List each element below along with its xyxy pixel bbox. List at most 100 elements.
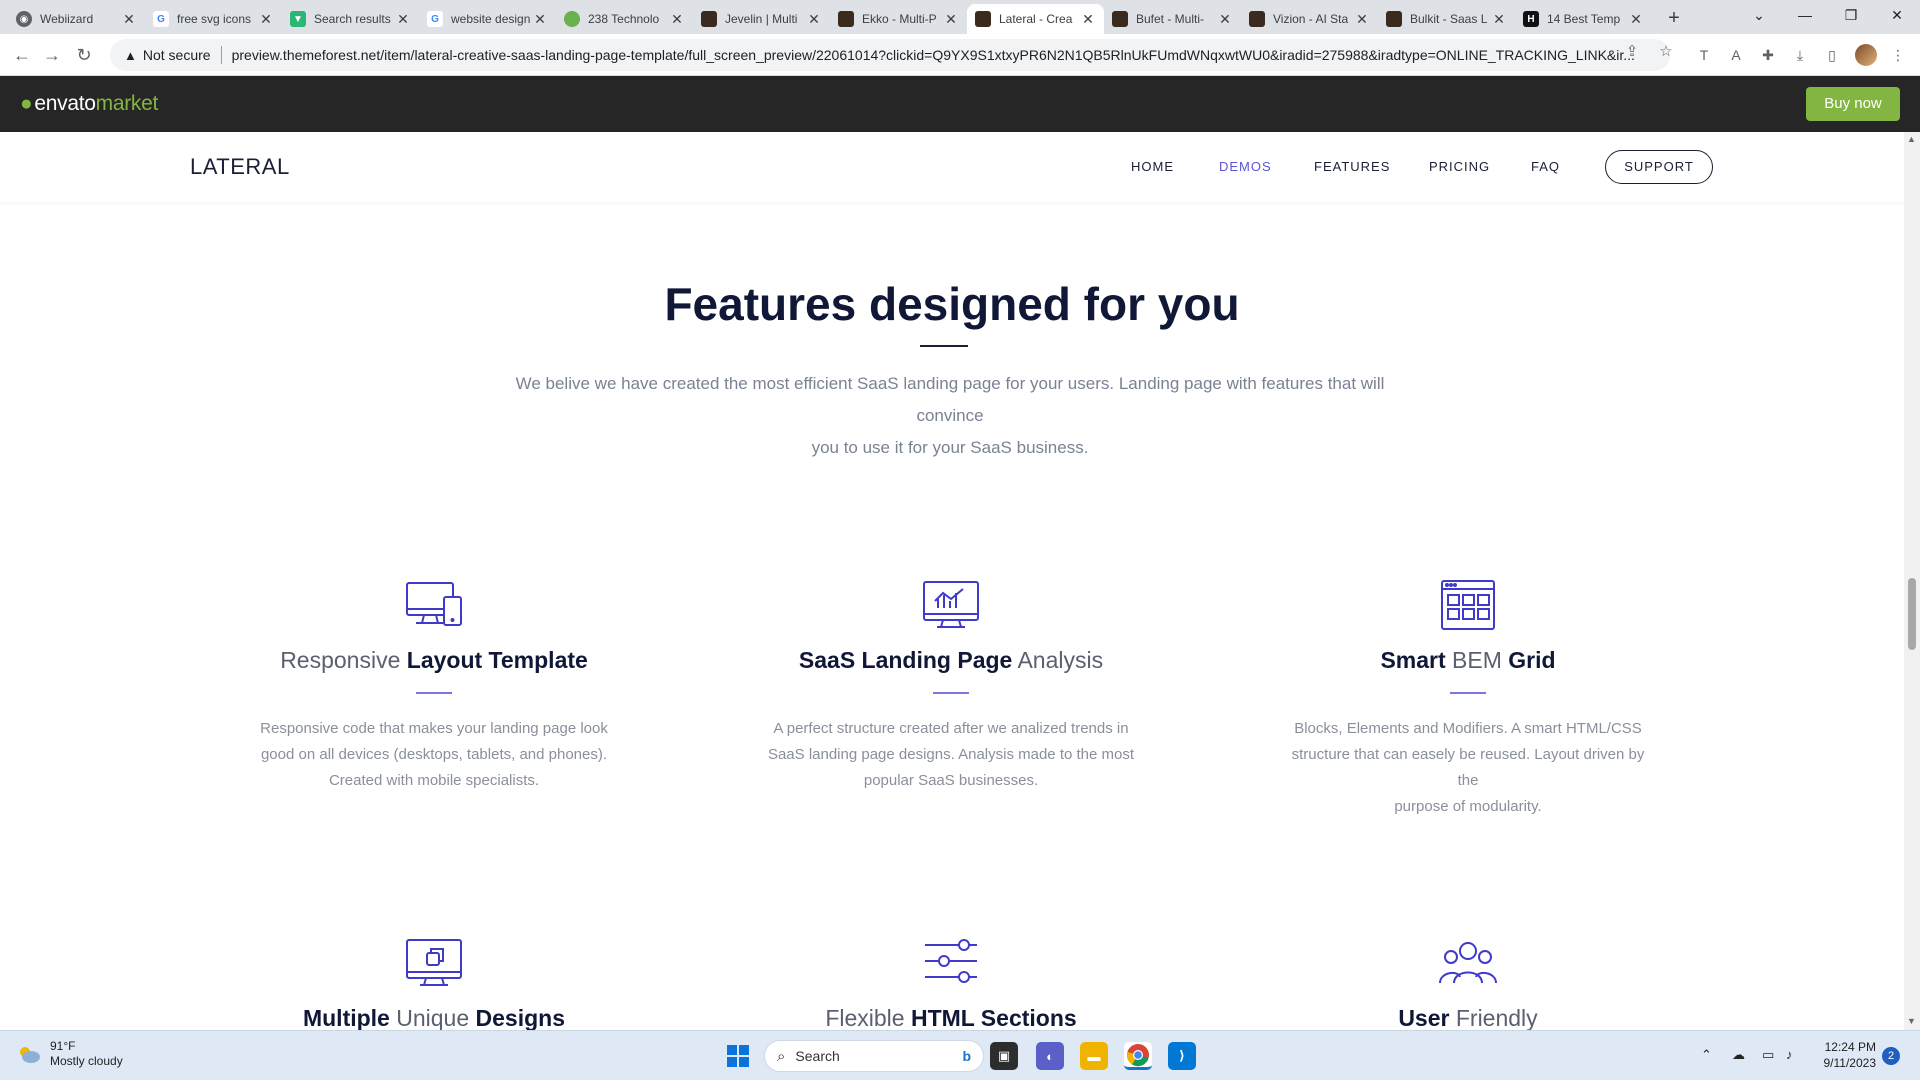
extensions-puzzle-icon[interactable]: ✚ xyxy=(1758,45,1778,65)
notification-badge[interactable]: 2 xyxy=(1882,1047,1900,1065)
forward-button[interactable]: → xyxy=(40,43,64,67)
close-tab-icon[interactable]: ✕ xyxy=(1628,11,1644,28)
browser-tab-active[interactable]: Lateral - Crea ✕ xyxy=(967,4,1104,34)
address-bar[interactable]: ▲ Not secure preview.themeforest.net/ite… xyxy=(110,39,1670,71)
close-window-button[interactable]: ✕ xyxy=(1874,0,1920,34)
extension-t-icon[interactable]: T xyxy=(1694,45,1714,65)
browser-tab[interactable]: Gfree svg icons ✕ xyxy=(145,4,282,34)
themeforest-icon xyxy=(975,11,991,27)
feature-description: Responsive code that makes your landing … xyxy=(260,719,608,789)
teams-chat-icon[interactable]: ◐ xyxy=(1036,1042,1064,1070)
close-tab-icon[interactable]: ✕ xyxy=(1491,11,1507,28)
share-icon[interactable]: ⇪ xyxy=(1622,42,1642,62)
feature-title: Responsive Layout Template xyxy=(280,647,588,673)
cloud-icon xyxy=(20,1047,40,1063)
close-tab-icon[interactable]: ✕ xyxy=(121,11,137,28)
back-button[interactable]: ← xyxy=(10,43,34,67)
buy-now-button[interactable]: Buy now xyxy=(1806,87,1900,121)
clock-time: 12:24 PM xyxy=(1824,1040,1876,1054)
taskbar-search-box[interactable]: ⌕ Search b xyxy=(764,1040,984,1072)
copies-monitor-icon xyxy=(406,939,462,986)
bookmark-star-icon[interactable]: ☆ xyxy=(1656,42,1676,62)
envato-leaf-icon: ● xyxy=(20,92,33,115)
google-icon: G xyxy=(153,11,169,27)
side-panel-icon[interactable]: ▯ xyxy=(1822,45,1842,65)
close-tab-icon[interactable]: ✕ xyxy=(806,11,822,28)
browser-toolbar: ← → ↻ ▲ Not secure preview.themeforest.n… xyxy=(0,34,1920,76)
browser-tab[interactable]: Bufet - Multi- ✕ xyxy=(1104,4,1241,34)
scrollbar-thumb[interactable] xyxy=(1908,578,1916,650)
browser-tab[interactable]: Jevelin | Multi ✕ xyxy=(693,4,830,34)
page-scrollbar[interactable]: ▲ ▼ xyxy=(1904,132,1920,1030)
chart-monitor-icon xyxy=(923,581,979,628)
task-view-icon[interactable]: ▣ xyxy=(990,1042,1018,1070)
close-tab-icon[interactable]: ✕ xyxy=(943,11,959,28)
section-title: Features designed for you xyxy=(664,278,1240,330)
themeforest-icon xyxy=(1112,11,1128,27)
weather-widget[interactable]: 91°F Mostly cloudy xyxy=(16,1039,123,1069)
security-label: Not secure xyxy=(142,47,211,63)
close-tab-icon[interactable]: ✕ xyxy=(532,11,548,28)
feature-title: Flexible HTML Sections xyxy=(825,1005,1077,1030)
feature-description: A perfect structure created after we ana… xyxy=(767,719,1135,789)
browser-tab[interactable]: 238 Technolo ✕ xyxy=(556,4,693,34)
feature-card: Flexible HTML Sections xyxy=(761,937,1141,1030)
vscode-icon[interactable]: ⟩ xyxy=(1168,1042,1196,1070)
scroll-up-arrow-icon[interactable]: ▲ xyxy=(1907,134,1916,144)
site-header: LATERAL HOME DEMOS FEATURES PRICING FAQ … xyxy=(0,132,1904,202)
onedrive-icon[interactable]: ☁ xyxy=(1732,1047,1745,1063)
nav-home[interactable]: HOME xyxy=(1131,159,1174,174)
browser-tab[interactable]: ▼ Search results ✕ xyxy=(282,4,419,34)
nav-pricing[interactable]: PRICING xyxy=(1429,159,1490,174)
nav-demos[interactable]: DEMOS xyxy=(1219,159,1272,174)
grid-layout-icon xyxy=(1441,580,1495,630)
close-tab-icon[interactable]: ✕ xyxy=(1217,11,1233,28)
system-clock[interactable]: 12:24 PM 9/11/2023 xyxy=(1806,1039,1877,1071)
weather-condition: Mostly cloudy xyxy=(50,1054,123,1068)
feature-card: Smart BEM Grid Blocks, Elements and Modi… xyxy=(1278,579,1658,820)
tab-search-icon[interactable]: ⌄ xyxy=(1736,0,1782,34)
browser-tab[interactable]: H 14 Best Temp ✕ xyxy=(1515,4,1652,34)
windows-taskbar: 91°F Mostly cloudy ⌕ Search b ▣ ◐ ▬ ⟩ ⌃ … xyxy=(0,1030,1920,1080)
volume-icon[interactable]: ♪ xyxy=(1786,1047,1793,1062)
windows-start-icon[interactable] xyxy=(724,1042,752,1070)
display-icon[interactable]: ▭ xyxy=(1762,1047,1774,1063)
close-tab-icon[interactable]: ✕ xyxy=(258,11,274,28)
close-tab-icon[interactable]: ✕ xyxy=(1080,11,1096,28)
nav-features[interactable]: FEATURES xyxy=(1314,159,1390,174)
nav-faq[interactable]: FAQ xyxy=(1531,159,1560,174)
feature-card: User Friendly xyxy=(1278,937,1658,1030)
envato-logo[interactable]: ●envatomarket xyxy=(20,92,158,116)
sliders-icon xyxy=(925,939,977,983)
browser-tab[interactable]: Ekko - Multi-P ✕ xyxy=(830,4,967,34)
google-icon: G xyxy=(427,11,443,27)
minimize-button[interactable]: — xyxy=(1782,0,1828,34)
menu-kebab-icon[interactable]: ⋮ xyxy=(1888,45,1908,65)
browser-tab-strip: ◉ Webiizard ✕ Gfree svg icons ✕ ▼ Search res… xyxy=(0,0,1920,34)
feature-title: Smart BEM Grid xyxy=(1380,647,1556,673)
divider xyxy=(220,46,222,64)
browser-tab[interactable]: Vizion - AI Sta ✕ xyxy=(1241,4,1378,34)
browser-tab[interactable]: Bulkit - Saas L ✕ xyxy=(1378,4,1515,34)
download-icon[interactable]: ⤓ xyxy=(1790,45,1810,65)
close-tab-icon[interactable]: ✕ xyxy=(669,11,685,28)
close-tab-icon[interactable]: ✕ xyxy=(395,11,411,28)
feature-card: Responsive Layout Template Responsive co… xyxy=(244,579,624,794)
site-brand[interactable]: LATERAL xyxy=(190,154,290,180)
restore-button[interactable]: ❐ xyxy=(1828,0,1874,34)
browser-tab[interactable]: ◉ Webiizard ✕ xyxy=(8,4,145,34)
url-text[interactable]: preview.themeforest.net/item/lateral-cre… xyxy=(232,47,1656,63)
new-tab-button[interactable]: + xyxy=(1660,5,1688,33)
chrome-icon[interactable] xyxy=(1124,1042,1152,1070)
profile-avatar[interactable] xyxy=(1855,44,1877,66)
show-hidden-icons-icon[interactable]: ⌃ xyxy=(1701,1047,1712,1063)
users-icon xyxy=(1439,942,1497,984)
support-button[interactable]: SUPPORT xyxy=(1605,150,1713,184)
file-explorer-icon[interactable]: ▬ xyxy=(1080,1042,1108,1070)
extension-a-icon[interactable]: A xyxy=(1726,45,1746,65)
themeforest-icon xyxy=(1386,11,1402,27)
browser-tab[interactable]: Gwebsite design ✕ xyxy=(419,4,556,34)
close-tab-icon[interactable]: ✕ xyxy=(1354,11,1370,28)
reload-button[interactable]: ↻ xyxy=(72,43,96,67)
scroll-down-arrow-icon[interactable]: ▼ xyxy=(1907,1016,1916,1026)
